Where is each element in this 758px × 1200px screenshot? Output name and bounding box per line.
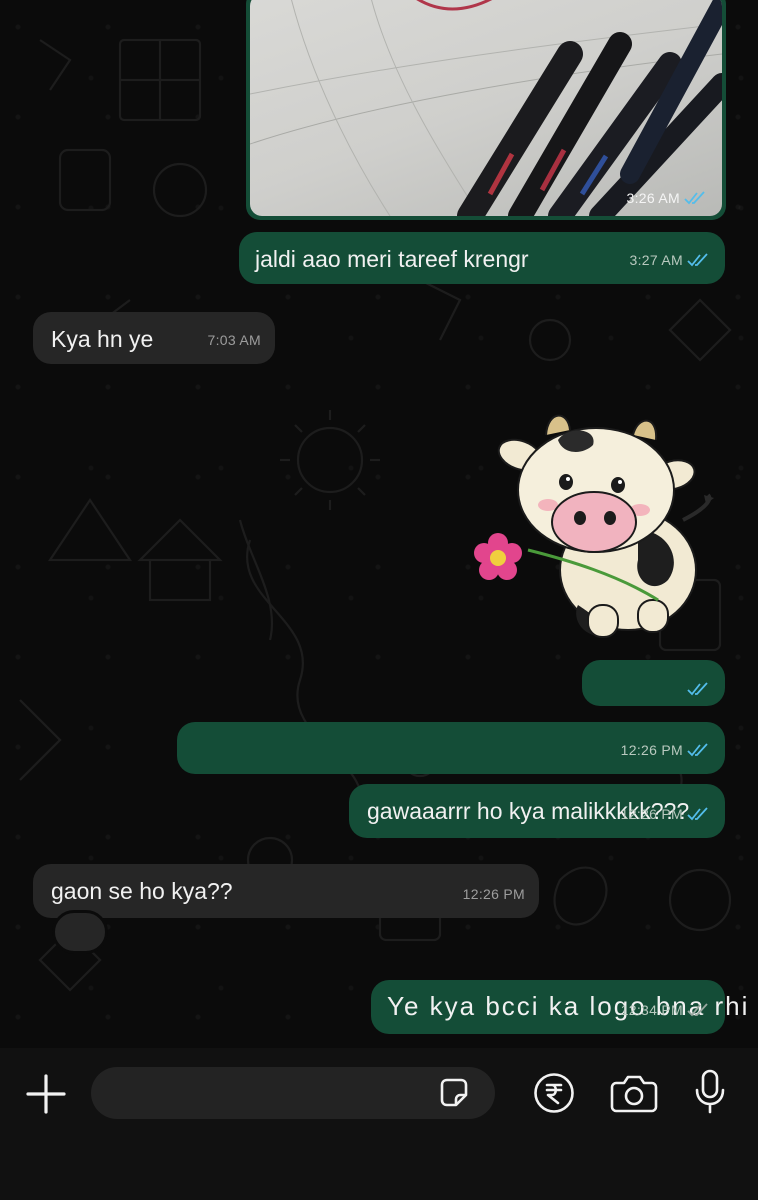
message-time: 12:34 PM: [620, 1002, 683, 1018]
outgoing-message[interactable]: 12:26 PM: [177, 722, 725, 774]
message-time: 3:26 AM: [626, 190, 680, 206]
image-message[interactable]: 3:26 AM: [246, 0, 726, 220]
camera-icon[interactable]: [610, 1073, 658, 1113]
incoming-message[interactable]: gaon se ho kya?? 12:26 PM: [33, 864, 539, 918]
outgoing-message[interactable]: gawaaarrr ho kya malikkkkk??? 12:26 PM: [349, 784, 725, 838]
reaction-badge[interactable]: [52, 910, 108, 954]
read-receipt-icon: [687, 682, 708, 696]
rupee-icon[interactable]: [532, 1071, 576, 1115]
message-text: jaldi aao meri tareef krengr: [255, 246, 529, 272]
sticker-icon[interactable]: [436, 1075, 472, 1111]
photo-content: [250, 0, 722, 216]
outgoing-message[interactable]: jaldi aao meri tareef krengr 3:27 AM: [239, 232, 725, 284]
message-text: gaon se ho kya??: [51, 878, 233, 904]
outgoing-message[interactable]: Ye kya bcci ka logo bna rhi hn 12:34 PM: [371, 980, 758, 1034]
read-receipt-icon: [684, 191, 705, 205]
read-receipt-icon: [687, 253, 708, 267]
message-meta: 3:27 AM: [630, 246, 711, 274]
message-time: 12:26 PM: [620, 742, 683, 758]
message-meta: 12:26 PM: [621, 800, 711, 828]
outgoing-message[interactable]: [582, 660, 725, 706]
message-input[interactable]: [111, 1067, 431, 1119]
message-photo[interactable]: 3:26 AM: [250, 0, 722, 216]
message-input-box[interactable]: [91, 1067, 495, 1119]
message-time: 12:26 PM: [620, 806, 683, 822]
message-meta: 12:26 PM: [463, 880, 525, 908]
cow-sticker[interactable]: [468, 400, 718, 650]
incoming-message[interactable]: Kya hn ye 7:03 AM: [33, 312, 275, 364]
message-time: 7:03 AM: [207, 332, 261, 348]
plus-icon[interactable]: [24, 1072, 68, 1116]
read-receipt-icon: [687, 807, 708, 821]
read-receipt-icon: [687, 743, 708, 757]
message-time: 3:27 AM: [629, 252, 683, 268]
chat-area[interactable]: 3:26 AM jaldi aao meri tareef krengr 3:2…: [0, 0, 758, 1048]
message-meta: 12:26 PM: [621, 736, 711, 764]
message-text: Kya hn ye: [51, 326, 154, 352]
message-meta: 3:26 AM: [627, 190, 708, 206]
microphone-icon[interactable]: [692, 1068, 728, 1116]
message-meta: 12:34 PM: [621, 996, 711, 1024]
delivered-receipt-icon: [687, 1003, 708, 1017]
message-time: 12:26 PM: [462, 886, 525, 902]
message-meta: 7:03 AM: [208, 326, 261, 354]
message-meta: [683, 682, 711, 696]
